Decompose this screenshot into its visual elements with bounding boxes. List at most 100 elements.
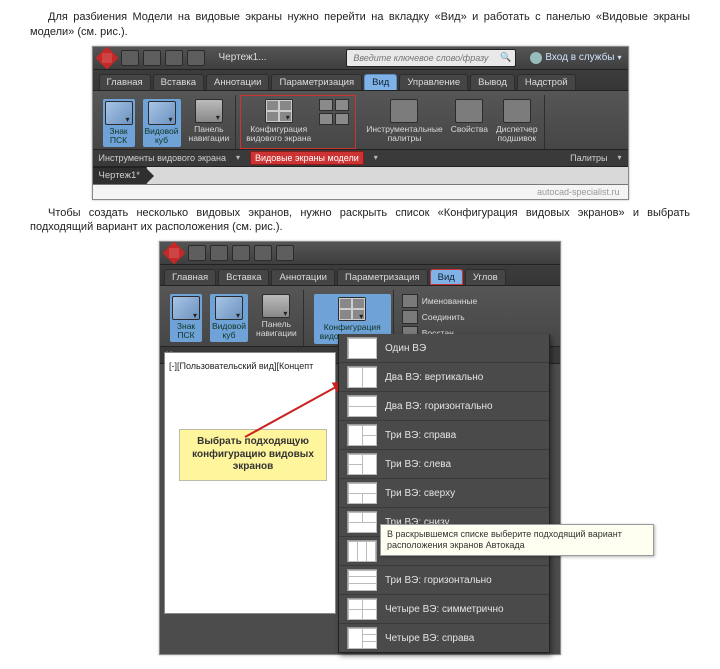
viewport-controls-label[interactable]: [-][Пользовательский вид][Концепт <box>169 361 313 371</box>
tab-insert[interactable]: Вставка <box>153 74 204 90</box>
viewcube-button[interactable]: Видовой куб <box>143 99 181 147</box>
tab-addins[interactable]: Надстрой <box>517 74 576 90</box>
ribbon-body: Знак ПСК Видовой куб Панель навигации Ко… <box>93 91 628 149</box>
viewcube-icon <box>215 296 243 320</box>
panel-name-modelvp: Видовые экраны модели <box>250 151 364 165</box>
dropdown-item[interactable]: Три ВЭ: слева <box>339 449 549 478</box>
screenshot-1: Чертеж1... 🔍 Вход в службы ▾ Главная Вст… <box>92 46 629 200</box>
panel-viewport-tools: Знак ПСК Видовой куб Панель навигации <box>97 95 237 149</box>
ribbon-tabs: Главная Вставка Аннотации Параметризация… <box>93 70 628 91</box>
named-label: Именованные <box>422 296 477 306</box>
chevron-down-icon[interactable]: ▾ <box>236 153 240 162</box>
intro-text-2: Чтобы создать несколько видовых экранов,… <box>30 206 690 236</box>
tab-output[interactable]: Вывод <box>470 74 515 90</box>
dropdown-item[interactable]: Два ВЭ: горизонтально <box>339 391 549 420</box>
properties-icon <box>455 99 483 123</box>
chevron-down-icon[interactable]: ▾ <box>374 153 378 162</box>
panel-viewport-tools: Знак ПСК Видовой куб Панель навигации <box>164 290 304 346</box>
dropdown-item[interactable]: Три ВЭ: горизонтально <box>339 565 549 594</box>
app-logo-icon <box>95 46 118 69</box>
ucs-label: Знак ПСК <box>109 127 127 145</box>
navbar-icon <box>262 294 290 318</box>
drawing-tab[interactable]: Чертеж1* <box>93 167 146 184</box>
qat-button[interactable] <box>143 50 161 66</box>
tab-insert[interactable]: Вставка <box>218 269 269 285</box>
qat-button[interactable] <box>187 50 205 66</box>
ucs-icon-button[interactable]: Знак ПСК <box>103 99 135 147</box>
tab-manage[interactable]: Управление <box>399 74 468 90</box>
dropdown-item[interactable]: Четыре ВЭ: справа <box>339 623 549 652</box>
viewcube-label: Видовой куб <box>212 322 246 340</box>
properties-label: Свойства <box>451 125 488 134</box>
named-icon <box>402 294 418 308</box>
join-icon <box>402 310 418 324</box>
qat-button[interactable] <box>188 245 206 261</box>
dropdown-label: Четыре ВЭ: симметрично <box>385 604 504 615</box>
watermark: autocad-specialist.ru <box>93 184 628 199</box>
viewcube-icon <box>148 101 176 125</box>
title-bar: Чертеж1... 🔍 Вход в службы ▾ <box>93 47 628 70</box>
tab-corner[interactable]: Углов <box>465 269 506 285</box>
navbar-label: Панель навигации <box>189 125 230 143</box>
tool-palettes-label: Инструментальные палитры <box>366 125 442 143</box>
viewcube-button[interactable]: Видовой куб <box>210 294 248 342</box>
ucs-icon <box>172 296 200 320</box>
qat-button[interactable] <box>254 245 272 261</box>
ucs-icon <box>105 101 133 125</box>
window-title: Чертеж1... <box>219 52 267 63</box>
tab-annotate[interactable]: Аннотации <box>206 74 270 90</box>
qat-button[interactable] <box>232 245 250 261</box>
dropdown-label: Три ВЭ: горизонтально <box>385 575 492 586</box>
dropdown-item[interactable]: Два ВЭ: вертикально <box>339 362 549 391</box>
viewport-mini-grid-icon[interactable] <box>319 99 349 125</box>
qat-button[interactable] <box>276 245 294 261</box>
navbar-button[interactable]: Панель навигации <box>189 99 230 143</box>
tab-home[interactable]: Главная <box>99 74 151 90</box>
ucs-icon-button[interactable]: Знак ПСК <box>170 294 202 342</box>
properties-button[interactable]: Свойства <box>451 99 488 134</box>
quick-access-toolbar <box>121 50 205 66</box>
join-viewports-button[interactable]: Соединить <box>402 310 477 324</box>
model-viewport-area[interactable]: [-][Пользовательский вид][Концепт Выбрат… <box>164 352 336 614</box>
qat-button[interactable] <box>121 50 139 66</box>
viewcube-label: Видовой куб <box>145 127 179 145</box>
chevron-down-icon[interactable]: ▾ <box>617 153 621 162</box>
app-logo-icon <box>163 242 186 265</box>
signin-button[interactable]: Вход в службы ▾ <box>530 52 621 64</box>
dropdown-label: Три ВЭ: справа <box>385 430 456 441</box>
dropdown-item[interactable]: Три ВЭ: справа <box>339 420 549 449</box>
callout-note: Выбрать подходящую конфигурацию видовых … <box>179 429 327 481</box>
dropdown-item[interactable]: Четыре ВЭ: симметрично <box>339 594 549 623</box>
tab-view[interactable]: Вид <box>364 74 397 90</box>
dropdown-label: Три ВЭ: слева <box>385 459 451 470</box>
search-input[interactable] <box>351 52 500 64</box>
search-box[interactable]: 🔍 <box>346 49 516 67</box>
panel-name-palettes: Палитры <box>570 153 607 163</box>
tab-annotate[interactable]: Аннотации <box>271 269 335 285</box>
qat-button[interactable] <box>165 50 183 66</box>
tool-palettes-button[interactable]: Инструментальные палитры <box>366 99 442 143</box>
dropdown-item[interactable]: Один ВЭ <box>339 334 549 362</box>
sheetset-button[interactable]: Диспетчер подшивок <box>496 99 538 143</box>
dropdown-label: Два ВЭ: вертикально <box>385 372 483 383</box>
navbar-button[interactable]: Панель навигации <box>256 294 297 338</box>
screenshot-2: Главная Вставка Аннотации Параметризация… <box>159 241 561 655</box>
qat-button[interactable] <box>210 245 228 261</box>
search-icon: 🔍 <box>500 52 511 63</box>
navbar-icon <box>195 99 223 123</box>
dropdown-label: Один ВЭ <box>385 343 426 354</box>
dropdown-item[interactable]: Три ВЭ: сверху <box>339 478 549 507</box>
panel-palettes: Инструментальные палитры Свойства Диспет… <box>360 95 544 149</box>
tab-view[interactable]: Вид <box>430 269 463 285</box>
named-viewports-button[interactable]: Именованные <box>402 294 477 308</box>
signin-label: Вход в службы <box>545 52 614 63</box>
tab-home[interactable]: Главная <box>164 269 216 285</box>
tool-palettes-icon <box>390 99 418 123</box>
panel-name-vptools: Инструменты видового экрана <box>99 153 226 163</box>
avatar-icon <box>530 52 542 64</box>
tab-param[interactable]: Параметризация <box>337 269 428 285</box>
ucs-label: Знак ПСК <box>177 322 195 340</box>
viewport-config-button[interactable]: Конфигурация видового экрана <box>246 99 311 143</box>
quick-access-toolbar <box>188 245 294 261</box>
tab-param[interactable]: Параметризация <box>271 74 362 90</box>
